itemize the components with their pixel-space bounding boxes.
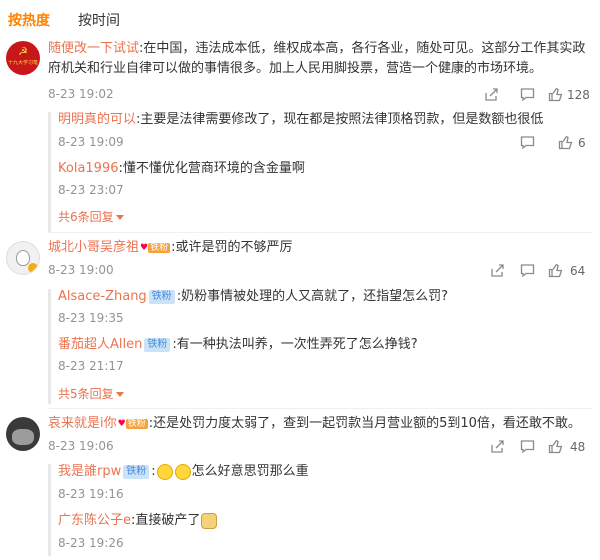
- verified-badge-icon: [28, 263, 38, 273]
- reply-username[interactable]: 我是誰rpw: [58, 464, 121, 479]
- comment-username[interactable]: 城北小哥吴彦祖: [48, 240, 139, 255]
- avatar[interactable]: [6, 241, 40, 275]
- more-replies-link[interactable]: 共6条回复: [58, 208, 124, 225]
- thumbs-up-icon[interactable]: [548, 439, 563, 454]
- divider: [48, 408, 592, 409]
- comment-time: 8-23 19:00: [48, 263, 114, 277]
- avatar[interactable]: [6, 417, 40, 451]
- reply-time: 8-23 19:35: [58, 311, 124, 325]
- reply-indent-bar: [48, 112, 51, 232]
- heart-icon: ♥: [117, 418, 126, 429]
- reply-username[interactable]: Kola1996: [58, 161, 119, 176]
- like-count: 128: [567, 88, 590, 102]
- tab-by-time[interactable]: 按时间: [78, 10, 120, 30]
- like-count: 64: [570, 264, 586, 278]
- reply-body: Alsace-Zhang 铁粉:奶粉事情被处理的人又高就了，还指望怎么罚?: [58, 289, 448, 304]
- thumbs-up-icon[interactable]: [558, 135, 573, 150]
- divider: [48, 232, 592, 233]
- avatar-caption: 十九大学习笔记本: [8, 60, 38, 66]
- like-count: 48: [570, 440, 586, 454]
- reply-time: 8-23 19:09: [58, 135, 124, 149]
- thumbs-up-icon[interactable]: [548, 263, 563, 278]
- comment-icon[interactable]: [520, 439, 535, 454]
- comment-body: 哀来就是i你♥ 铁粉:还是处罚力度太弱了，查到一起罚款当月营业额的5到10倍，看还…: [48, 416, 581, 431]
- fan-tag: 铁粉: [144, 337, 171, 352]
- more-replies-link[interactable]: 共5条回复: [58, 385, 124, 402]
- share-icon[interactable]: [484, 87, 499, 102]
- avatar-photo: [12, 429, 34, 445]
- reply-time: 8-23 19:16: [58, 487, 124, 501]
- reply-indent-bar: [48, 289, 51, 404]
- reply-text: 怎么好意思罚那么重: [191, 464, 309, 479]
- reply-text: 有一种执法叫养，一次性弄死了怎么挣钱?: [176, 337, 418, 352]
- fan-tag: 铁粉: [148, 289, 175, 304]
- reply-body: 番茄超人Allen 铁粉:有一种执法叫养，一次性弄死了怎么挣钱?: [58, 337, 418, 352]
- smile-emoji-icon: [174, 463, 191, 480]
- chevron-down-icon: [115, 392, 124, 397]
- share-icon[interactable]: [490, 439, 505, 454]
- reply-body: Kola1996:懂不懂优化营商环境的含金量啊: [58, 161, 305, 176]
- heart-icon: ♥: [140, 242, 149, 253]
- reply-text: 懂不懂优化营商环境的含金量啊: [122, 161, 305, 176]
- comment-icon[interactable]: [520, 135, 535, 150]
- reply-time: 8-23 21:17: [58, 359, 124, 373]
- doge-emoji-icon: [201, 512, 218, 529]
- reply-username[interactable]: 明明真的可以: [58, 112, 136, 127]
- fan-medal: ♥ 铁粉: [117, 418, 148, 429]
- comment-username[interactable]: 随便改一下试试: [48, 41, 139, 56]
- comment-icon[interactable]: [520, 263, 535, 278]
- like-count: 6: [578, 136, 586, 150]
- comment-time: 8-23 19:02: [48, 87, 114, 101]
- comment-icon[interactable]: [520, 87, 535, 102]
- reply-indent-bar: [48, 464, 51, 556]
- reply-body: 广东陈公子e:直接破产了: [58, 511, 218, 531]
- reply-time: 8-23 19:26: [58, 536, 124, 550]
- reply-username[interactable]: 番茄超人Allen: [58, 337, 142, 352]
- smile-emoji-icon: [156, 463, 173, 480]
- reply-username[interactable]: 广东陈公子e: [58, 513, 131, 528]
- fan-medal: ♥ 铁粉: [140, 242, 171, 253]
- tab-by-hot[interactable]: 按热度: [8, 10, 50, 30]
- thumbs-up-icon[interactable]: [548, 87, 563, 102]
- comment-time: 8-23 19:06: [48, 439, 114, 453]
- avatar[interactable]: ☭ 十九大学习笔记本: [6, 41, 40, 75]
- comment-text: 还是处罚力度太弱了，查到一起罚款当月营业额的5到10倍，看还敢不敢。: [153, 416, 581, 431]
- share-icon[interactable]: [490, 263, 505, 278]
- reply-body: 明明真的可以:主要是法律需要修改了，现在都是按照法律顶格罚款，但是数额也很低: [58, 112, 544, 127]
- chevron-down-icon: [115, 215, 124, 220]
- reply-time: 8-23 23:07: [58, 183, 124, 197]
- sort-tabs: 按热度 按时间: [0, 0, 600, 38]
- comment-username[interactable]: 哀来就是i你: [48, 416, 117, 431]
- reply-text: 主要是法律需要修改了，现在都是按照法律顶格罚款，但是数额也很低: [140, 112, 544, 127]
- fan-tag: 铁粉: [123, 464, 150, 479]
- reply-text: 直接破产了: [135, 513, 201, 528]
- comment-body: 随便改一下试试:在中国，违法成本低，维权成本高，各行各业，随处可见。这部分工作其…: [48, 41, 586, 76]
- avatar-face: [16, 250, 30, 266]
- reply-body: 我是誰rpw 铁粉: 怎么好意思罚那么重: [58, 463, 309, 480]
- comment-body: 城北小哥吴彦祖♥ 铁粉:或许是罚的不够严厉: [48, 240, 293, 255]
- comment-text: 或许是罚的不够严厉: [175, 240, 293, 255]
- party-emblem-icon: ☭: [18, 45, 28, 58]
- reply-username[interactable]: Alsace-Zhang: [58, 289, 147, 304]
- reply-text: 奶粉事情被处理的人又高就了，还指望怎么罚?: [181, 289, 448, 304]
